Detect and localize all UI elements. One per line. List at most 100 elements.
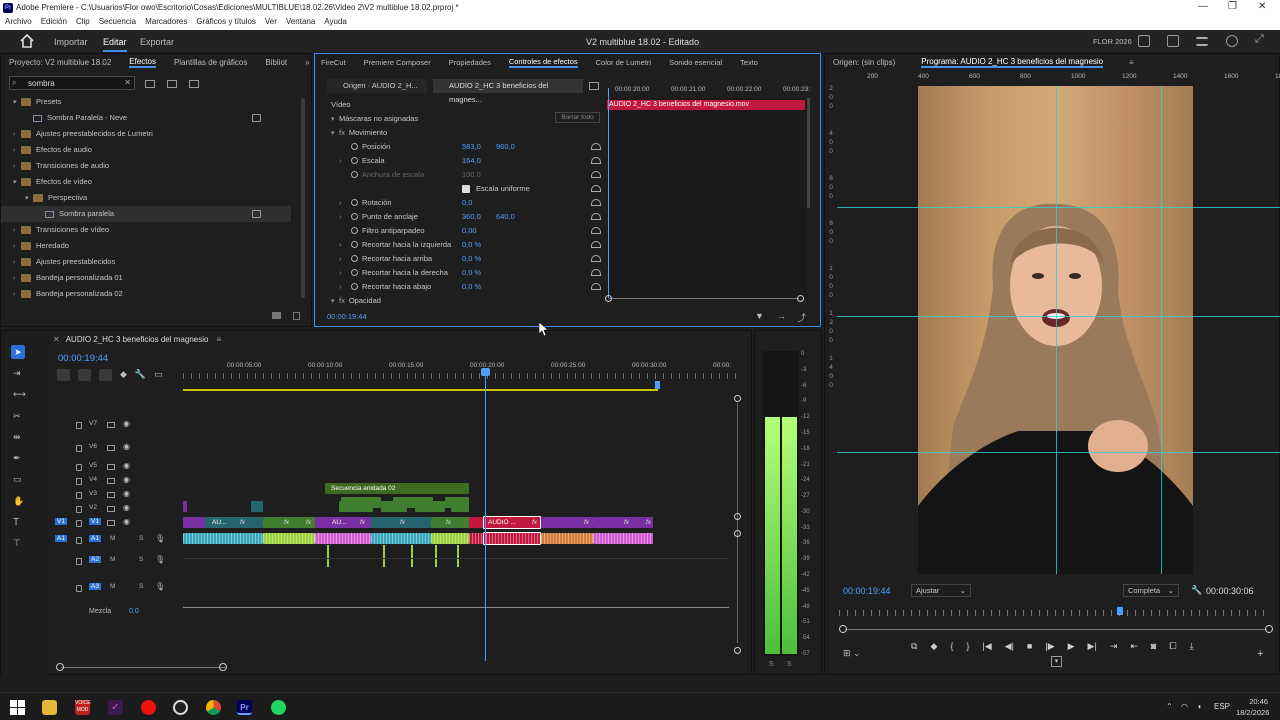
- safe-margins-icon[interactable]: ⊞ ⌄: [843, 648, 861, 659]
- camera-icon[interactable]: ◙: [1151, 641, 1156, 652]
- stopwatch-icon[interactable]: [351, 269, 358, 276]
- tree-item[interactable]: Sombra paralela: [1, 206, 291, 222]
- button-editor-icon[interactable]: ▾: [1051, 656, 1062, 667]
- property-row[interactable]: › Recortar hacia la derecha 0,0 %: [315, 266, 607, 280]
- motion-row[interactable]: ▾ fx Movimiento: [315, 126, 607, 140]
- ec-playhead[interactable]: [608, 88, 609, 298]
- reset-icon[interactable]: [591, 143, 601, 150]
- menu-graficos[interactable]: Gráficos y títulos: [196, 16, 256, 30]
- ec-zoom-handle-left[interactable]: [605, 295, 612, 302]
- restore-icon[interactable]: ❐: [1228, 1, 1237, 12]
- tab-essential-sound[interactable]: Sonido esencial: [669, 58, 722, 67]
- tab-graphics-templates[interactable]: Plantillas de gráficos: [174, 58, 247, 67]
- tree-item[interactable]: ▾ Presets: [1, 94, 291, 110]
- menu-archivo[interactable]: Archivo: [5, 16, 32, 30]
- export-clip-icon[interactable]: ⤴: [797, 311, 806, 324]
- yuv-effects-icon[interactable]: [189, 80, 199, 88]
- vscroll-bottom[interactable]: [734, 647, 741, 654]
- stop-icon[interactable]: ■: [1027, 641, 1032, 652]
- expand-chevron-icon[interactable]: ›: [13, 287, 21, 303]
- search-icon[interactable]: [1226, 35, 1238, 47]
- 32bit-effects-icon[interactable]: [167, 80, 177, 88]
- tree-item[interactable]: › Transiciones de vídeo: [1, 222, 291, 238]
- video-clip[interactable]: [381, 501, 407, 512]
- voicemod-icon[interactable]: VOICE MOD: [75, 700, 91, 715]
- github-icon[interactable]: [173, 700, 188, 715]
- property-value[interactable]: 360,0: [462, 210, 481, 224]
- edit-tab[interactable]: Editar: [103, 37, 127, 52]
- reset-icon[interactable]: [591, 227, 601, 234]
- go-to-in-icon[interactable]: |◀: [982, 641, 991, 652]
- go-to-out-icon[interactable]: ▶|: [1088, 641, 1097, 652]
- zoom-handle-right[interactable]: [1265, 625, 1273, 633]
- tray-chevron-icon[interactable]: ⌃: [1166, 702, 1173, 711]
- video-clip[interactable]: [251, 517, 263, 528]
- hzoom-right[interactable]: [219, 663, 227, 671]
- expand-chevron-icon[interactable]: ›: [339, 154, 342, 168]
- guide-line[interactable]: [837, 316, 1280, 317]
- mark-in-icon[interactable]: {: [950, 641, 953, 652]
- insert-icon[interactable]: ⇥: [1110, 641, 1118, 652]
- tab-effects[interactable]: Efectos: [129, 57, 156, 68]
- property-value[interactable]: 0,0: [462, 196, 472, 210]
- language-indicator[interactable]: ESP: [1214, 702, 1230, 711]
- more-tabs-icon[interactable]: »: [305, 58, 309, 67]
- fit-dropdown[interactable]: Ajustar ⌄: [911, 584, 971, 597]
- play-icon[interactable]: ▶: [1068, 641, 1075, 652]
- stopwatch-icon[interactable]: [351, 213, 358, 220]
- reset-icon[interactable]: [591, 213, 601, 220]
- program-playhead[interactable]: [1117, 607, 1123, 615]
- property-value[interactable]: 0,0 %: [462, 266, 481, 280]
- app-icon[interactable]: ✓: [108, 700, 123, 715]
- tree-item[interactable]: ▾ Perspectiva: [1, 190, 291, 206]
- audio-clip-sliver[interactable]: [457, 545, 459, 567]
- clock-time[interactable]: 20:46: [1238, 697, 1268, 706]
- spotify-icon[interactable]: [271, 700, 286, 715]
- expand-chevron-icon[interactable]: ›: [339, 280, 342, 294]
- sequence-clip-tab[interactable]: AUDIO 2_HC 3 beneficios del magnes...: [433, 79, 583, 104]
- menu-lines-icon[interactable]: [1196, 37, 1208, 46]
- workspace-icon[interactable]: [1138, 35, 1150, 47]
- expand-chevron-icon[interactable]: ▾: [13, 175, 21, 191]
- expand-chevron-icon[interactable]: ›: [13, 127, 21, 143]
- search-input[interactable]: sombra: [28, 79, 55, 88]
- audio-clip[interactable]: [541, 533, 593, 544]
- panel-toggle-icon[interactable]: [589, 82, 599, 90]
- property-row[interactable]: › Rotación 0,0: [315, 196, 607, 210]
- stopwatch-icon[interactable]: [351, 143, 358, 150]
- audio-clip[interactable]: [469, 533, 483, 544]
- video-clip[interactable]: [183, 517, 205, 528]
- scrollbar[interactable]: [301, 98, 305, 298]
- property-row[interactable]: Posición 583,0 960,0: [315, 140, 607, 154]
- solo-left[interactable]: S: [769, 661, 774, 668]
- solo-right[interactable]: S: [787, 661, 792, 668]
- quality-dropdown[interactable]: Completa ⌄: [1123, 584, 1179, 597]
- property-value[interactable]: 164,0: [462, 154, 481, 168]
- vscroll-top[interactable]: [734, 395, 741, 402]
- chrome-icon[interactable]: [206, 700, 221, 715]
- reset-icon[interactable]: [591, 171, 601, 178]
- tab-premiere-composer[interactable]: Premiere Composer: [364, 58, 431, 67]
- audio-clip[interactable]: [263, 533, 315, 544]
- compare-icon[interactable]: ⧠: [1169, 641, 1176, 652]
- expand-chevron-icon[interactable]: ›: [339, 210, 342, 224]
- program-timecode[interactable]: 00:00:19:44: [843, 586, 891, 596]
- vscroll-mid2[interactable]: [734, 530, 741, 537]
- guide-line[interactable]: [1161, 86, 1162, 574]
- tree-item[interactable]: › Heredado: [1, 238, 291, 254]
- share-icon[interactable]: [1167, 35, 1179, 47]
- mark-out-icon[interactable]: }: [966, 641, 969, 652]
- tree-item[interactable]: › Bandeja personalizada 02: [1, 286, 291, 302]
- tab-library[interactable]: Bibliot: [265, 58, 287, 67]
- user-name[interactable]: FLOR 2026: [1093, 37, 1132, 46]
- stopwatch-icon[interactable]: [351, 255, 358, 262]
- property-row[interactable]: Anchura de escala 100,0: [315, 168, 607, 182]
- selected-audio-outline[interactable]: [483, 532, 541, 545]
- tab-program-monitor[interactable]: Programa: AUDIO 2_HC 3 beneficios del ma…: [921, 57, 1104, 68]
- home-icon[interactable]: [20, 34, 34, 48]
- opacity-row[interactable]: ▾ fx Opacidad: [315, 294, 607, 308]
- tree-item[interactable]: › Transiciones de audio: [1, 158, 291, 174]
- file-explorer-icon[interactable]: [42, 700, 57, 715]
- minimize-icon[interactable]: —: [1198, 1, 1208, 12]
- video-clip[interactable]: [339, 501, 373, 512]
